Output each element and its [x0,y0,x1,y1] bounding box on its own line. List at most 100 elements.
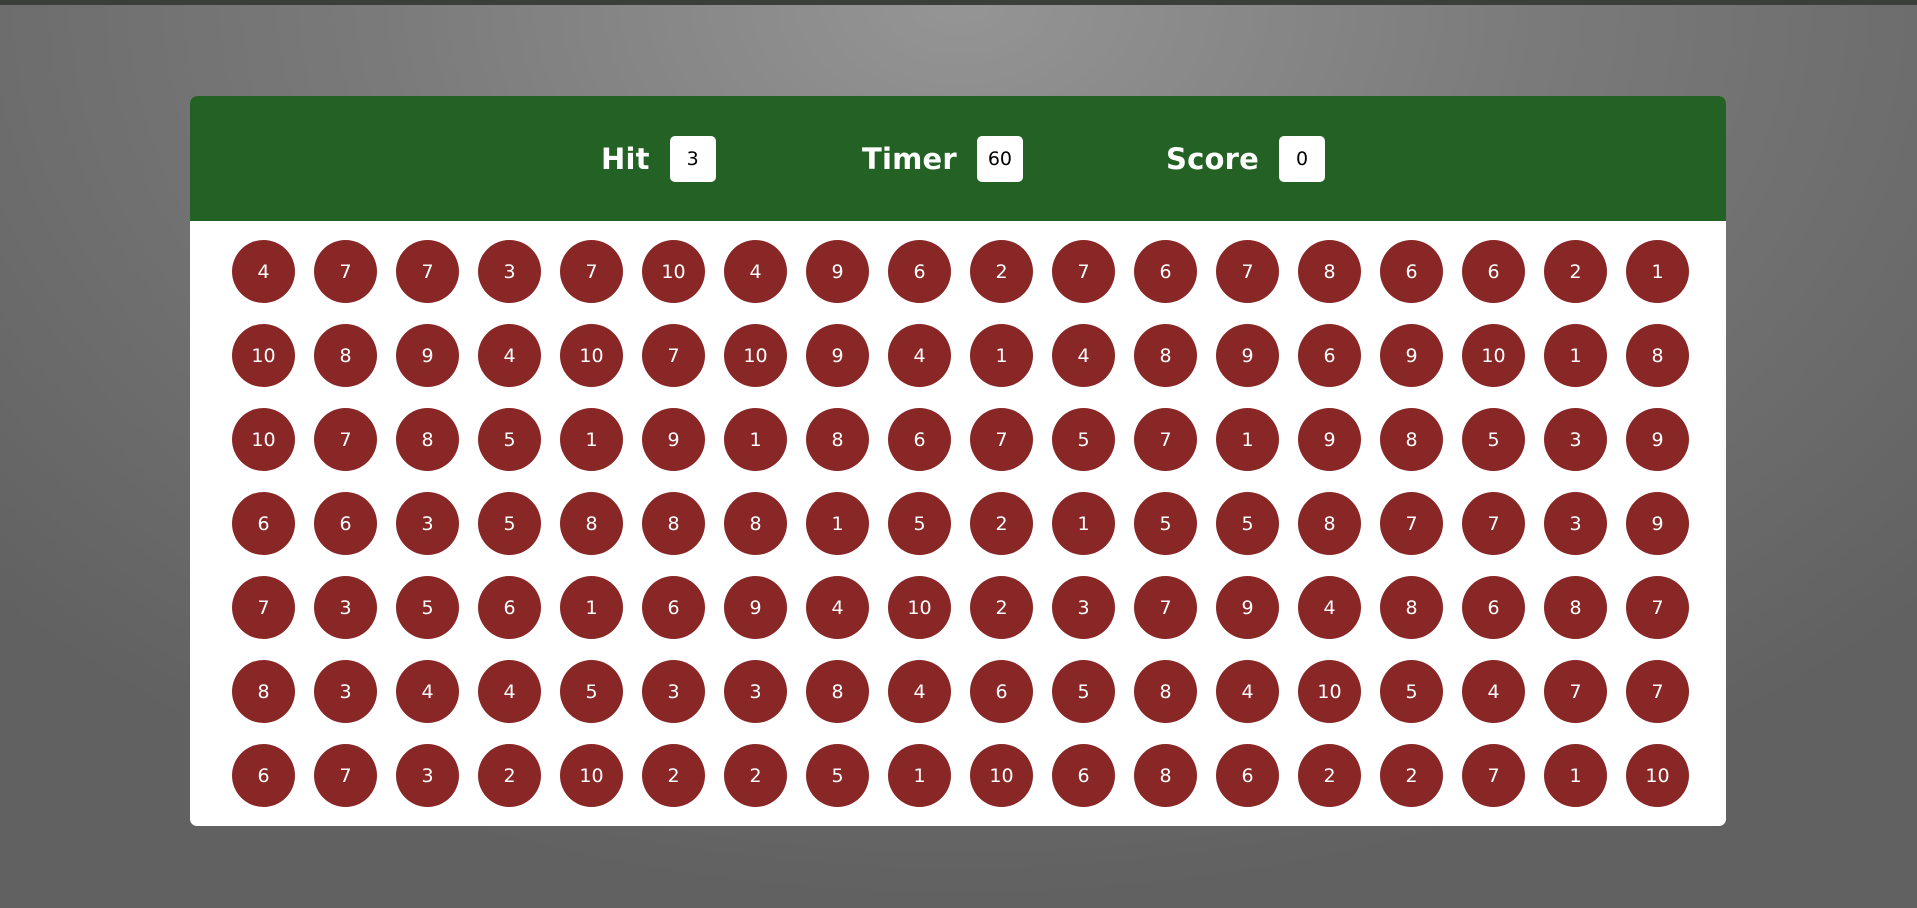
bubble[interactable]: 2 [1544,240,1607,303]
bubble[interactable]: 8 [806,660,869,723]
bubble[interactable]: 7 [314,240,377,303]
bubble[interactable]: 6 [1216,744,1279,807]
bubble[interactable]: 6 [888,408,951,471]
bubble[interactable]: 9 [1626,408,1689,471]
bubble[interactable]: 1 [724,408,787,471]
bubble[interactable]: 2 [970,492,1033,555]
bubble[interactable]: 8 [1626,324,1689,387]
bubble[interactable]: 8 [396,408,459,471]
bubble[interactable]: 3 [396,492,459,555]
bubble[interactable]: 2 [724,744,787,807]
bubble[interactable]: 10 [642,240,705,303]
bubble[interactable]: 7 [1380,492,1443,555]
bubble[interactable]: 6 [642,576,705,639]
bubble[interactable]: 4 [724,240,787,303]
bubble[interactable]: 6 [1462,240,1525,303]
bubble[interactable]: 1 [1626,240,1689,303]
bubble[interactable]: 9 [1216,576,1279,639]
bubble[interactable]: 1 [1544,324,1607,387]
bubble[interactable]: 2 [642,744,705,807]
bubble[interactable]: 6 [970,660,1033,723]
bubble[interactable]: 4 [478,324,541,387]
bubble[interactable]: 6 [1134,240,1197,303]
bubble[interactable]: 7 [560,240,623,303]
bubble[interactable]: 1 [560,408,623,471]
bubble[interactable]: 5 [1052,408,1115,471]
bubble[interactable]: 1 [1544,744,1607,807]
bubble[interactable]: 8 [560,492,623,555]
bubble[interactable]: 8 [1298,492,1361,555]
bubble[interactable]: 3 [1052,576,1115,639]
bubble[interactable]: 7 [1462,744,1525,807]
bubble[interactable]: 6 [1052,744,1115,807]
bubble[interactable]: 7 [1052,240,1115,303]
bubble[interactable]: 4 [1462,660,1525,723]
bubble[interactable]: 1 [560,576,623,639]
bubble[interactable]: 3 [314,660,377,723]
bubble[interactable]: 7 [1626,576,1689,639]
bubble[interactable]: 10 [560,744,623,807]
bubble[interactable]: 5 [1052,660,1115,723]
bubble[interactable]: 3 [642,660,705,723]
bubble[interactable]: 7 [1544,660,1607,723]
bubble[interactable]: 4 [888,660,951,723]
bubble[interactable]: 1 [1052,492,1115,555]
bubble[interactable]: 6 [888,240,951,303]
bubble[interactable]: 5 [1462,408,1525,471]
bubble[interactable]: 7 [1216,240,1279,303]
bubble[interactable]: 7 [1626,660,1689,723]
bubble[interactable]: 9 [724,576,787,639]
bubble[interactable]: 3 [314,576,377,639]
bubble[interactable]: 8 [314,324,377,387]
bubble[interactable]: 4 [232,240,295,303]
bubble[interactable]: 9 [396,324,459,387]
bubble[interactable]: 5 [560,660,623,723]
bubble[interactable]: 2 [970,576,1033,639]
bubble[interactable]: 4 [396,660,459,723]
bubble[interactable]: 5 [478,492,541,555]
bubble[interactable]: 8 [642,492,705,555]
bubble[interactable]: 10 [560,324,623,387]
bubble[interactable]: 6 [1462,576,1525,639]
bubble[interactable]: 4 [478,660,541,723]
bubble[interactable]: 2 [970,240,1033,303]
bubble[interactable]: 4 [806,576,869,639]
bubble[interactable]: 5 [888,492,951,555]
bubble[interactable]: 8 [1134,324,1197,387]
bubble[interactable]: 7 [642,324,705,387]
bubble[interactable]: 7 [232,576,295,639]
bubble[interactable]: 6 [232,744,295,807]
bubble[interactable]: 2 [1298,744,1361,807]
bubble[interactable]: 1 [806,492,869,555]
bubble[interactable]: 5 [1216,492,1279,555]
bubble[interactable]: 5 [806,744,869,807]
bubble[interactable]: 2 [478,744,541,807]
bubble[interactable]: 4 [1052,324,1115,387]
bubble[interactable]: 10 [1462,324,1525,387]
bubble[interactable]: 3 [724,660,787,723]
bubble[interactable]: 5 [478,408,541,471]
bubble[interactable]: 9 [1626,492,1689,555]
bubble[interactable]: 6 [314,492,377,555]
bubble[interactable]: 4 [1216,660,1279,723]
bubble[interactable]: 4 [888,324,951,387]
bubble[interactable]: 7 [1134,576,1197,639]
bubble[interactable]: 4 [1298,576,1361,639]
bubble[interactable]: 2 [1380,744,1443,807]
bubble[interactable]: 8 [1298,240,1361,303]
bubble[interactable]: 5 [1134,492,1197,555]
bubble[interactable]: 3 [1544,492,1607,555]
bubble[interactable]: 10 [1298,660,1361,723]
bubble[interactable]: 7 [314,408,377,471]
bubble[interactable]: 7 [970,408,1033,471]
bubble[interactable]: 9 [806,240,869,303]
bubble[interactable]: 8 [1544,576,1607,639]
bubble[interactable]: 10 [724,324,787,387]
bubble[interactable]: 8 [1134,744,1197,807]
bubble[interactable]: 6 [1380,240,1443,303]
bubble[interactable]: 9 [1380,324,1443,387]
bubble[interactable]: 9 [806,324,869,387]
bubble[interactable]: 1 [1216,408,1279,471]
bubble[interactable]: 7 [1462,492,1525,555]
bubble[interactable]: 8 [232,660,295,723]
